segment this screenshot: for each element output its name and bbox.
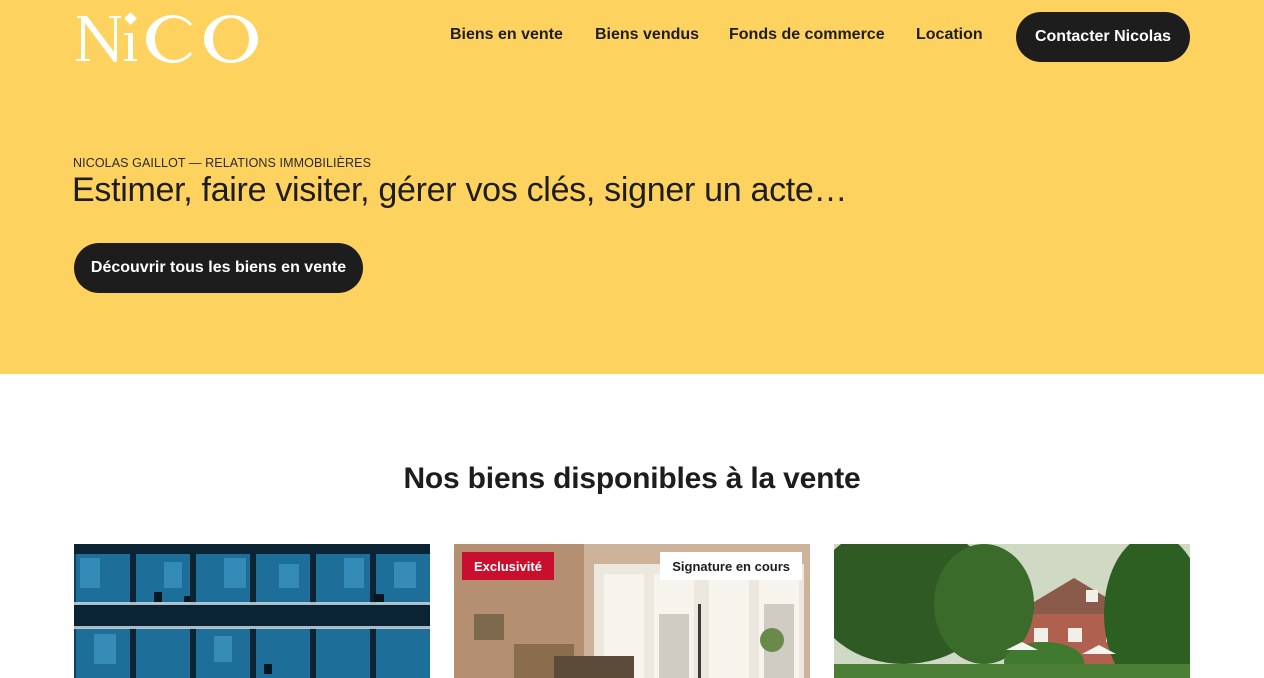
discover-listings-button[interactable]: Découvrir tous les biens en vente — [74, 243, 363, 293]
hero-kicker: NICOLAS GAILLOT — RELATIONS IMMOBILIÈRES — [73, 156, 372, 170]
hero-section: Biens en vente Biens vendus Fonds de com… — [0, 0, 1264, 374]
listings-title: Nos biens disponibles à la vente — [403, 462, 861, 495]
hero-headline: Estimer, faire visiter, gérer vos clés, … — [72, 171, 848, 209]
nav-biens-vendus[interactable]: Biens vendus — [595, 24, 699, 46]
logo-mark — [76, 12, 258, 63]
listing-card[interactable] — [834, 544, 1190, 678]
listing-card[interactable] — [74, 544, 430, 678]
nav-biens-en-vente[interactable]: Biens en vente — [450, 24, 563, 46]
contact-button[interactable]: Contacter Nicolas — [1016, 12, 1190, 62]
badge-exclusivite: Exclusivité — [462, 552, 554, 580]
site-logo[interactable] — [74, 8, 264, 68]
nav-fonds-de-commerce[interactable]: Fonds de commerce — [729, 24, 885, 46]
listing-card[interactable]: Exclusivité Signature en cours — [454, 544, 810, 678]
listing-photo-house — [834, 544, 1190, 678]
badge-signature: Signature en cours — [660, 552, 802, 580]
listing-photo-office — [74, 544, 430, 678]
nav-location[interactable]: Location — [916, 24, 983, 46]
